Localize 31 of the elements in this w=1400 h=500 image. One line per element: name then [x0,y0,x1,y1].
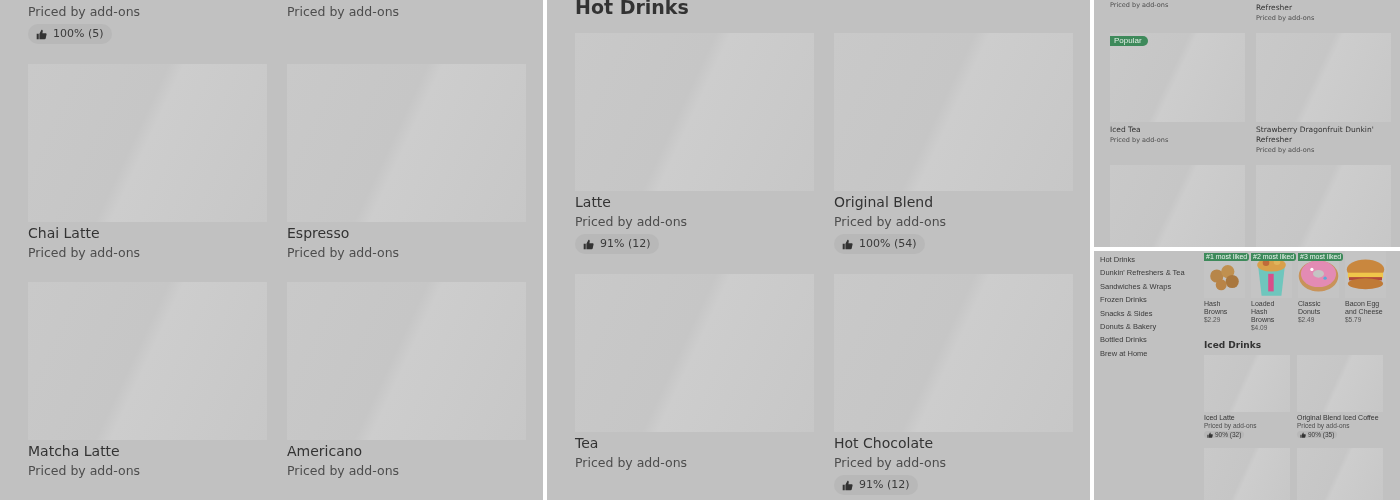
price-note: Priced by add-ons [575,454,688,472]
popular-badge: Popular [1110,36,1148,46]
item-title[interactable]: Hot Chocolate [834,434,934,453]
price-note: Priced by add-ons [287,462,400,480]
thumbs-up-icon [842,238,853,250]
price-note: Priced by add-ons [287,244,400,262]
price-note: Priced by add-ons [287,3,400,21]
item-title[interactable]: Tea [575,434,599,453]
thumbs-up-icon [36,28,47,40]
item-title[interactable]: Chai Latte [28,224,100,243]
thumbs-up-icon [1300,431,1306,438]
section-heading: Hot Drinks [575,0,690,20]
thumbs-up-icon [583,238,594,250]
price-note: Priced by add-ons [834,454,947,472]
price-note: Priced by add-ons [28,244,141,262]
item-title[interactable]: Original Blend [834,193,934,212]
price-note: Priced by add-ons [28,3,141,21]
thumbs-up-icon [842,479,853,491]
section-heading: Iced Drinks [1204,340,1263,351]
rating-text: 91% (12) [600,236,651,252]
thumbs-up-icon [1207,431,1213,438]
item-title[interactable]: Latte [575,193,611,212]
item-title[interactable]: Americano [287,442,363,461]
item-title[interactable]: Espresso [287,224,350,243]
rating-text: 100% (5) [53,26,104,42]
price-note: Priced by add-ons [575,213,688,231]
price-note: Priced by add-ons [834,213,947,231]
price-note: Priced by add-ons [28,462,141,480]
rating-text: 91% (12) [859,477,910,493]
rating-text: 100% (54) [859,236,917,252]
item-title[interactable]: Matcha Latte [28,442,120,461]
